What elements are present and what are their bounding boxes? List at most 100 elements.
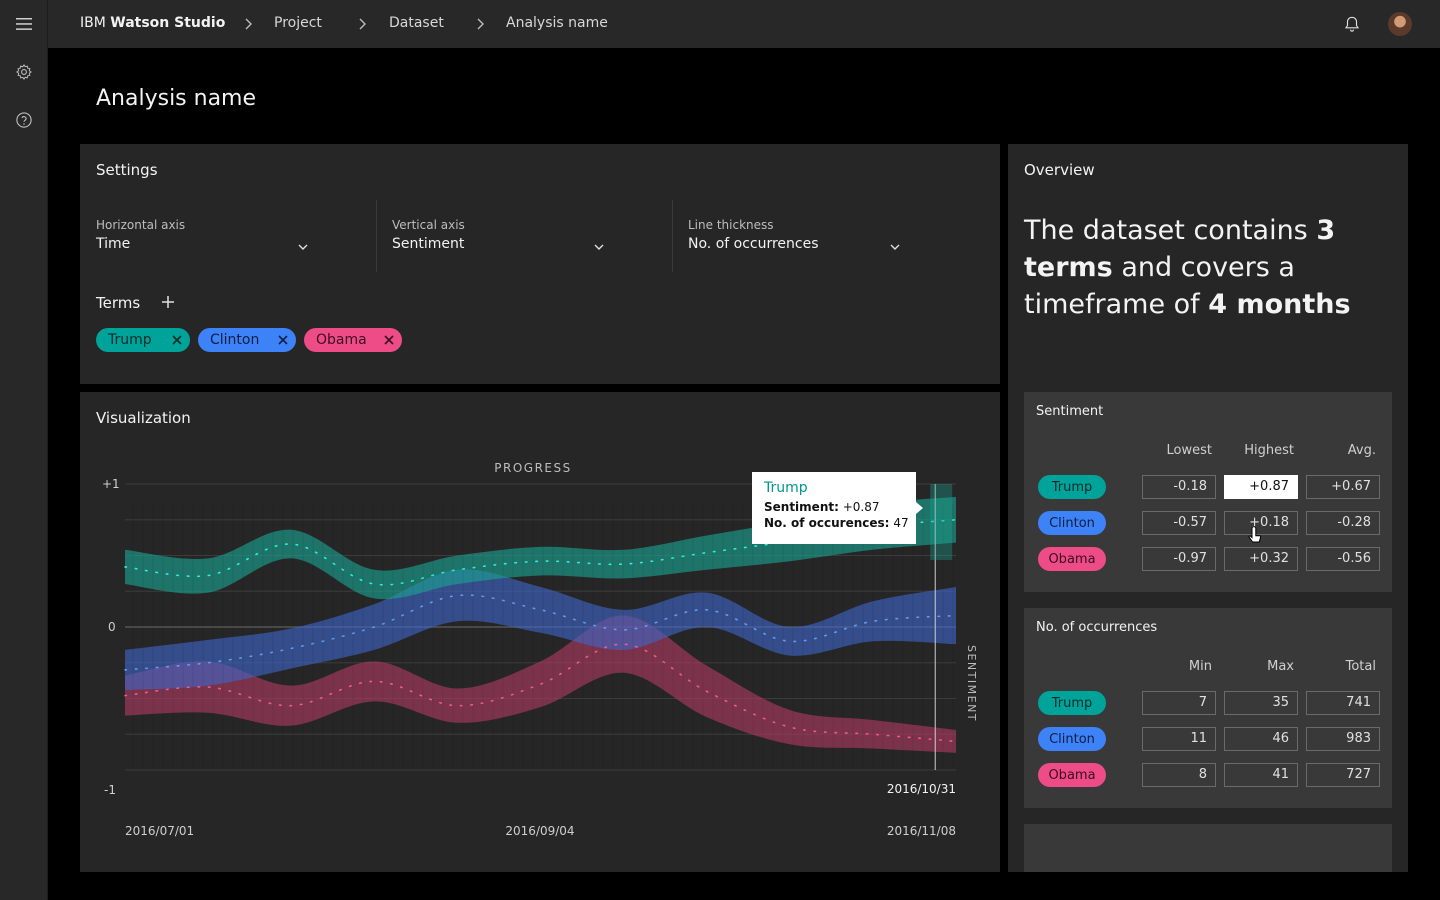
add-term-icon[interactable] — [160, 294, 176, 310]
term-tag-label: Trump — [108, 332, 152, 348]
term-tag-label: Obama — [316, 332, 367, 348]
terms-label: Terms — [96, 294, 141, 312]
tooltip-occurrences: No. of occurences: 47 — [764, 516, 909, 530]
tooltip-occurrences-label: No. of occurences: — [764, 516, 890, 530]
top-header: IBM Watson Studio Project Dataset Analys… — [48, 0, 1440, 48]
brand-prefix: IBM — [80, 15, 106, 31]
summary-months: 4 months — [1208, 289, 1351, 320]
column-header: Lowest — [1166, 443, 1212, 458]
y-tick-label: -1 — [104, 783, 116, 797]
column-header: Highest — [1244, 443, 1294, 458]
x-tick-label: 2016/07/01 — [125, 824, 194, 838]
avatar[interactable] — [1388, 12, 1412, 36]
occurrences-cell: 727 — [1306, 763, 1380, 787]
column-header: Total — [1345, 659, 1376, 674]
brand-name[interactable]: IBM Watson Studio — [80, 15, 225, 31]
sentiment-cell: -0.97 — [1142, 547, 1216, 571]
close-icon[interactable] — [383, 334, 395, 346]
tooltip-occurrences-value: 47 — [893, 516, 909, 530]
sentiment-card-title: Sentiment — [1036, 404, 1104, 419]
breadcrumb-analysis: Analysis name — [506, 15, 608, 31]
sentiment-card: Sentiment Lowest Highest Avg. Trump -0.1… — [1024, 392, 1392, 592]
y-axis-label: SENTIMENT — [965, 645, 978, 722]
chart-tooltip: Trump Sentiment: +0.87 No. of occurences… — [752, 472, 916, 544]
help-icon[interactable] — [12, 108, 36, 132]
chart-title: PROGRESS — [494, 461, 571, 475]
occurrences-cell: 8 — [1142, 763, 1216, 787]
line-thickness-label: Line thickness — [688, 218, 774, 232]
column-header: Avg. — [1347, 443, 1376, 458]
term-tag-obama: Obama — [304, 328, 402, 352]
line-thickness-value: No. of occurrences — [688, 236, 819, 252]
vertical-axis-value: Sentiment — [392, 236, 465, 252]
horizontal-axis-value: Time — [96, 236, 131, 252]
brand-product: Watson Studio — [110, 15, 226, 31]
chevron-right-icon — [245, 18, 252, 30]
summary-text: The dataset contains — [1024, 215, 1317, 246]
term-tag-label: Clinton — [210, 332, 260, 348]
page-title: Analysis name — [96, 86, 257, 111]
occurrences-cell: 983 — [1306, 727, 1380, 751]
sentiment-cell: -0.57 — [1142, 511, 1216, 535]
settings-title: Settings — [96, 161, 158, 179]
chevron-down-icon — [890, 244, 900, 250]
tooltip-arrow — [916, 502, 923, 514]
sentiment-cell: -0.56 — [1306, 547, 1380, 571]
breadcrumb-dataset[interactable]: Dataset — [389, 15, 444, 31]
occurrences-card-title: No. of occurrences — [1036, 620, 1158, 635]
overview-title: Overview — [1024, 161, 1095, 179]
close-icon[interactable] — [277, 334, 289, 346]
chevron-right-icon — [477, 18, 484, 30]
bell-icon[interactable] — [1340, 12, 1364, 36]
y-tick-label: +1 — [102, 477, 120, 491]
sentiment-cell: +0.67 — [1306, 475, 1380, 499]
tooltip-title: Trump — [764, 480, 808, 496]
occurrences-cell: 7 — [1142, 691, 1216, 715]
close-icon[interactable] — [171, 334, 183, 346]
breadcrumb-project[interactable]: Project — [274, 15, 322, 31]
overview-summary: The dataset contains 3 terms and covers … — [1024, 212, 1384, 323]
x-tick-label: 2016/11/08 — [887, 824, 956, 838]
sentiment-cell: -0.28 — [1306, 511, 1380, 535]
occurrences-cell: 11 — [1142, 727, 1216, 751]
divider — [672, 200, 673, 272]
additional-card — [1024, 824, 1392, 872]
horizontal-axis-label: Horizontal axis — [96, 218, 186, 232]
cursor-highlight — [930, 484, 953, 560]
chevron-down-icon — [298, 244, 308, 250]
sentiment-cell: +0.32 — [1224, 547, 1298, 571]
row-tag-obama: Obama — [1038, 763, 1106, 787]
column-header: Min — [1188, 659, 1212, 674]
chevron-right-icon — [359, 18, 366, 30]
row-tag-clinton: Clinton — [1038, 511, 1106, 535]
vertical-axis-label: Vertical axis — [392, 218, 465, 232]
column-header: Max — [1267, 659, 1294, 674]
occurrences-cell: 46 — [1224, 727, 1298, 751]
x-tick-label: 2016/09/04 — [505, 824, 574, 838]
term-tag-trump: Trump — [96, 328, 190, 352]
vertical-axis-select[interactable]: Vertical axis Sentiment — [392, 200, 608, 272]
occurrences-cell: 41 — [1224, 763, 1298, 787]
term-tag-clinton: Clinton — [198, 328, 296, 352]
occurrences-cell: 741 — [1306, 691, 1380, 715]
row-tag-obama: Obama — [1038, 547, 1106, 571]
occurrences-cell: 35 — [1224, 691, 1298, 715]
row-tag-clinton: Clinton — [1038, 727, 1106, 751]
divider — [376, 200, 377, 272]
gear-icon[interactable] — [12, 60, 36, 84]
hand-cursor-icon — [1248, 527, 1262, 543]
horizontal-axis-select[interactable]: Horizontal axis Time — [96, 200, 312, 272]
row-tag-trump: Trump — [1038, 475, 1106, 499]
tooltip-sentiment-label: Sentiment: — [764, 500, 839, 514]
y-tick-label: 0 — [108, 620, 116, 634]
sentiment-cell: +0.87 — [1224, 475, 1298, 499]
left-rail — [0, 0, 48, 900]
line-thickness-select[interactable]: Line thickness No. of occurrences — [688, 200, 904, 272]
tooltip-sentiment-value: +0.87 — [842, 500, 880, 514]
occurrences-card: No. of occurrences Min Max Total Trump 7… — [1024, 608, 1392, 808]
chevron-down-icon — [594, 244, 604, 250]
row-tag-trump: Trump — [1038, 691, 1106, 715]
sentiment-chart[interactable]: PROGRESS +1 0 -1 2016/07/01 2016/09/04 2016/11… — [80, 392, 1000, 872]
hamburger-menu-icon[interactable] — [12, 12, 36, 36]
cursor-date-label: 2016/10/31 — [887, 782, 956, 796]
